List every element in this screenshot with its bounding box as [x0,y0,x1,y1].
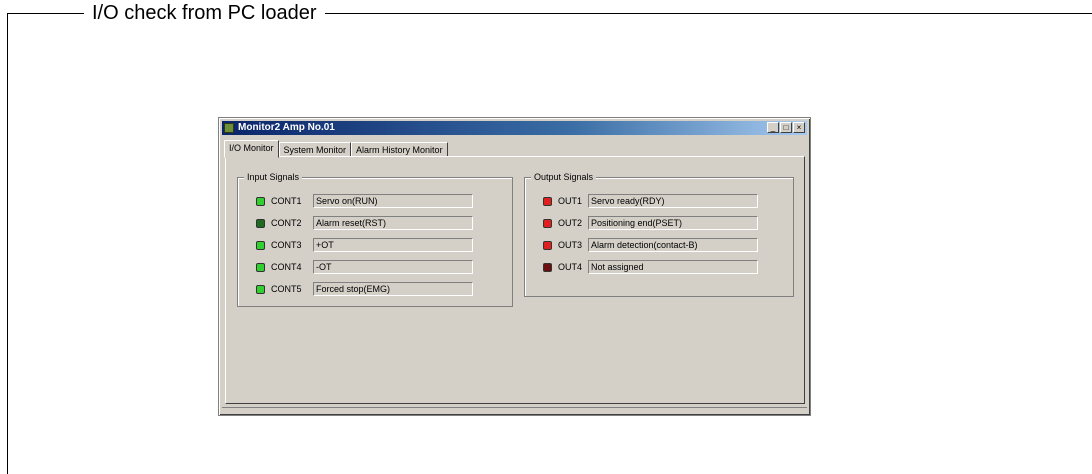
signal-name: CONT4 [271,262,302,272]
tab-panel: Input Signals CONT1 Servo on(RUN) CONT2 … [225,156,805,404]
app-icon [224,123,234,133]
input-row: CONT4 -OT [256,259,473,275]
output-row: OUT3 Alarm detection(contact-B) [543,237,758,253]
status-led-icon [256,196,265,206]
signal-value: Forced stop(EMG) [313,282,473,296]
status-led-icon [543,240,552,250]
minimize-button[interactable]: _ [767,122,779,133]
window-titlebar[interactable]: Monitor2 Amp No.01 _ □ × [222,121,807,135]
signal-name: CONT3 [271,240,302,250]
status-led-icon [543,218,552,228]
signal-value: Servo on(RUN) [313,194,473,208]
window-controls: _ □ × [766,122,805,133]
status-led-icon [256,218,265,228]
output-row: OUT2 Positioning end(PSET) [543,215,758,231]
document-title: I/O check from PC loader [84,0,325,26]
close-button[interactable]: × [793,122,805,133]
signal-value: Not assigned [588,260,758,274]
signal-value: Alarm detection(contact-B) [588,238,758,252]
output-row: OUT1 Servo ready(RDY) [543,193,758,209]
status-led-icon [256,262,265,272]
status-led-icon [256,240,265,250]
signal-name: OUT3 [558,240,583,250]
signal-value: Servo ready(RDY) [588,194,758,208]
tab-io-monitor[interactable]: I/O Monitor [224,140,279,158]
input-signals-title: Input Signals [244,171,303,183]
signal-value: Alarm reset(RST) [313,216,473,230]
input-row: CONT3 +OT [256,237,473,253]
output-signals-title: Output Signals [531,171,597,183]
signal-name: OUT2 [558,218,583,228]
signal-name: CONT2 [271,218,302,228]
window-title: Monitor2 Amp No.01 [238,122,335,133]
signal-value: +OT [313,238,473,252]
signal-value: -OT [313,260,473,274]
input-signals-group: Input Signals CONT1 Servo on(RUN) CONT2 … [237,171,513,307]
status-led-icon [543,262,552,272]
maximize-button[interactable]: □ [780,122,792,133]
signal-name: OUT1 [558,196,583,206]
signal-name: CONT5 [271,284,302,294]
input-row: CONT1 Servo on(RUN) [256,193,473,209]
signal-name: CONT1 [271,196,302,206]
input-row: CONT2 Alarm reset(RST) [256,215,473,231]
output-signals-group: Output Signals OUT1 Servo ready(RDY) OUT… [524,171,794,297]
output-row: OUT4 Not assigned [543,259,758,275]
signal-name: OUT4 [558,262,583,272]
window-bottom-edge [222,407,807,412]
monitor-window: Monitor2 Amp No.01 _ □ × I/O Monitor Sys… [218,117,811,416]
input-row: CONT5 Forced stop(EMG) [256,281,473,297]
signal-value: Positioning end(PSET) [588,216,758,230]
status-led-icon [543,196,552,206]
status-led-icon [256,284,265,294]
